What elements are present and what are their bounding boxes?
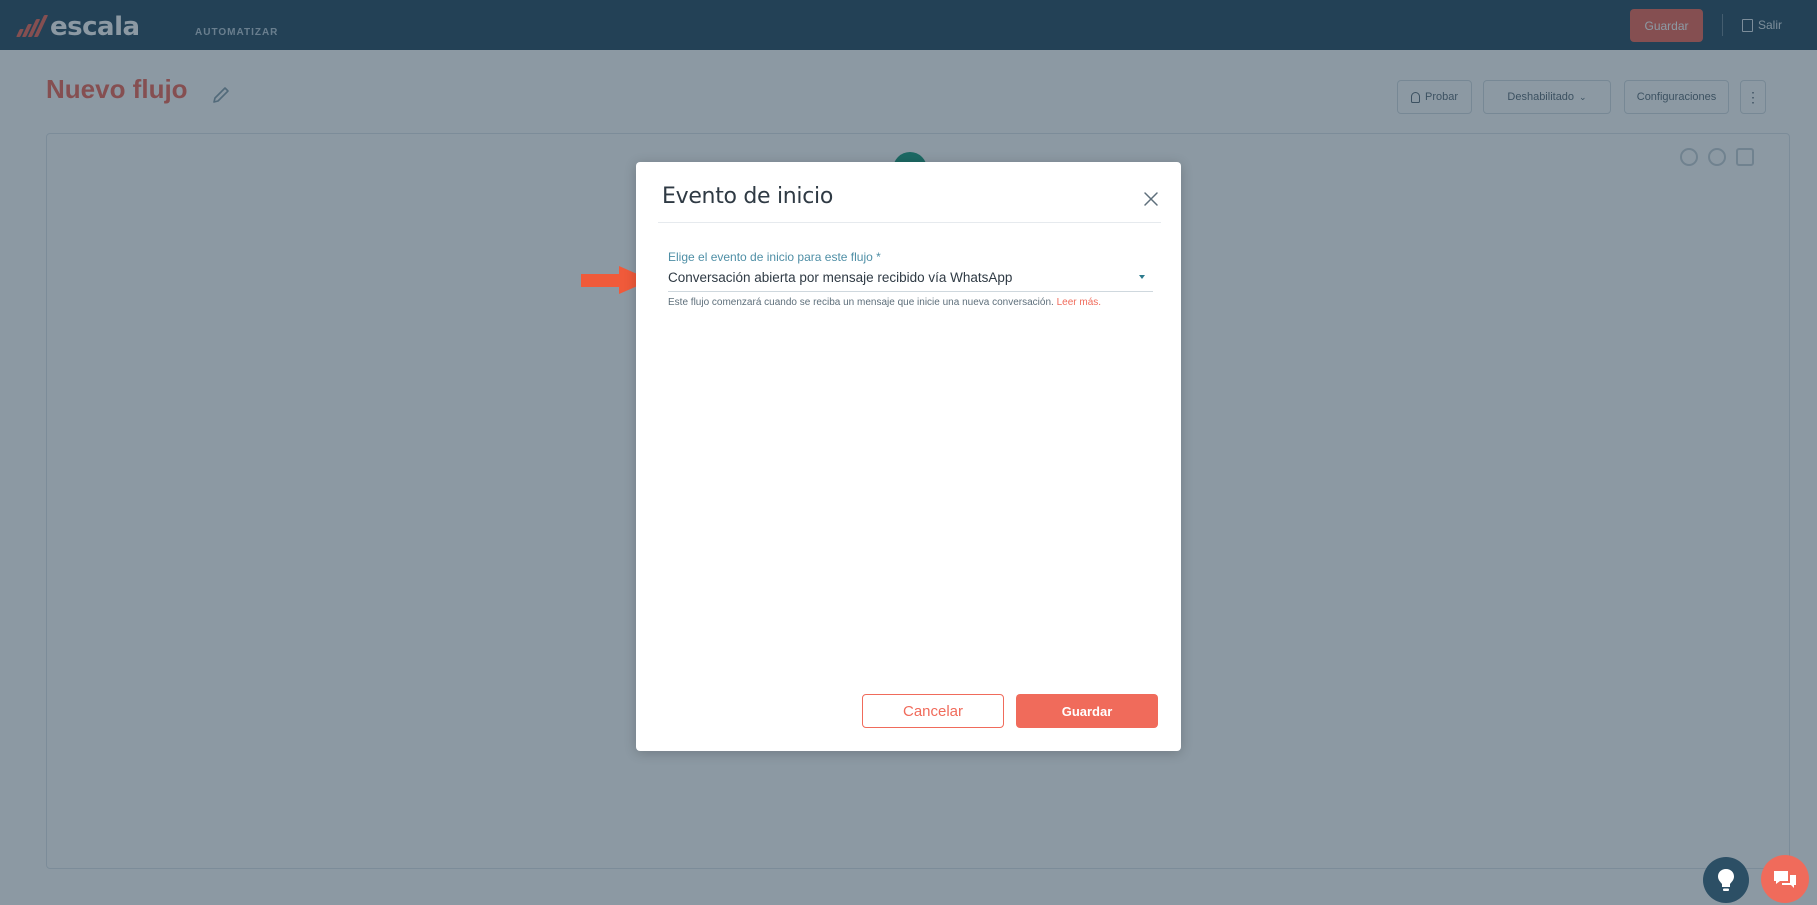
helper-text: Este flujo comenzará cuando se reciba un…: [668, 297, 1054, 308]
save-button[interactable]: Guardar: [1016, 694, 1158, 728]
dialog-divider: [658, 222, 1161, 223]
chat-button[interactable]: [1761, 855, 1809, 903]
start-event-label: Elige el evento de inicio para este fluj…: [668, 250, 881, 264]
read-more-link[interactable]: Leer más.: [1057, 297, 1101, 308]
lightbulb-icon: [1718, 869, 1734, 891]
chevron-down-icon: [1139, 275, 1145, 279]
chat-icon: [1774, 871, 1796, 888]
start-event-dialog: Evento de inicio Elige el evento de inic…: [636, 162, 1181, 751]
close-icon[interactable]: [1141, 189, 1161, 209]
start-event-value: Conversación abierta por mensaje recibid…: [668, 270, 1013, 285]
field-helper-text: Este flujo comenzará cuando se reciba un…: [668, 297, 1101, 308]
arrow-annotation-icon: [581, 274, 621, 287]
dialog-title: Evento de inicio: [662, 184, 834, 209]
start-event-select[interactable]: Conversación abierta por mensaje recibid…: [668, 266, 1153, 292]
cancel-button[interactable]: Cancelar: [862, 694, 1004, 728]
ideas-button[interactable]: [1703, 857, 1749, 903]
